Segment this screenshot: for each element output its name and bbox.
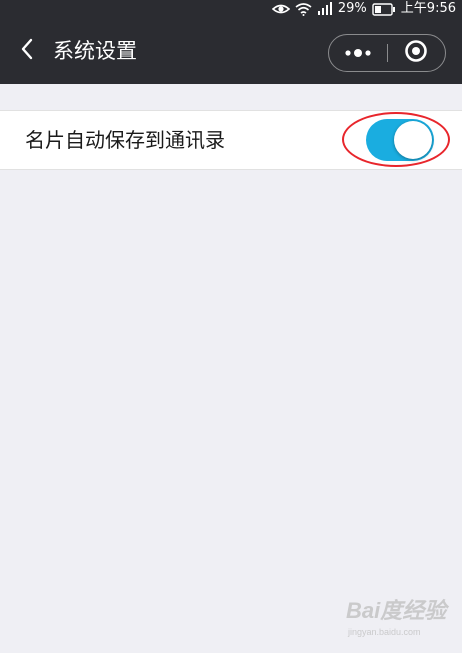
status-bar: 29% 上午9:56 [0, 0, 462, 18]
target-circle-icon [404, 39, 428, 67]
wifi-icon [295, 2, 312, 16]
settings-list: 名片自动保存到通讯录 [0, 110, 462, 170]
watermark-url: jingyan.baidu.com [348, 627, 421, 637]
battery-percent: 29% [337, 1, 367, 16]
page-title: 系统设置 [53, 39, 137, 63]
eye-icon [271, 2, 290, 16]
phone-screen: 29% 上午9:56 系统设置 名片自动保存到通讯录 Bai度经验 jingya… [0, 0, 462, 653]
signal-icon [317, 2, 333, 16]
nav-bar: 系统设置 [0, 18, 462, 84]
chevron-left-icon [20, 38, 34, 64]
capsule-menu [328, 34, 446, 72]
status-time: 上午9:56 [400, 1, 456, 16]
status-icons: 29% 上午9:56 [271, 0, 456, 18]
close-button[interactable] [388, 35, 444, 70]
toggle-knob [394, 121, 432, 159]
back-button[interactable] [12, 36, 42, 66]
more-dots-icon [343, 43, 373, 62]
baidu-jingyan-watermark: Bai度经验 jingyan.baidu.com [346, 598, 456, 648]
battery-icon [372, 2, 396, 16]
auto-save-card-toggle[interactable] [366, 119, 434, 161]
more-button[interactable] [329, 35, 387, 70]
setting-label-auto-save-card: 名片自动保存到通讯录 [25, 128, 225, 152]
watermark-logo-text: Bai度经验 [346, 598, 447, 623]
